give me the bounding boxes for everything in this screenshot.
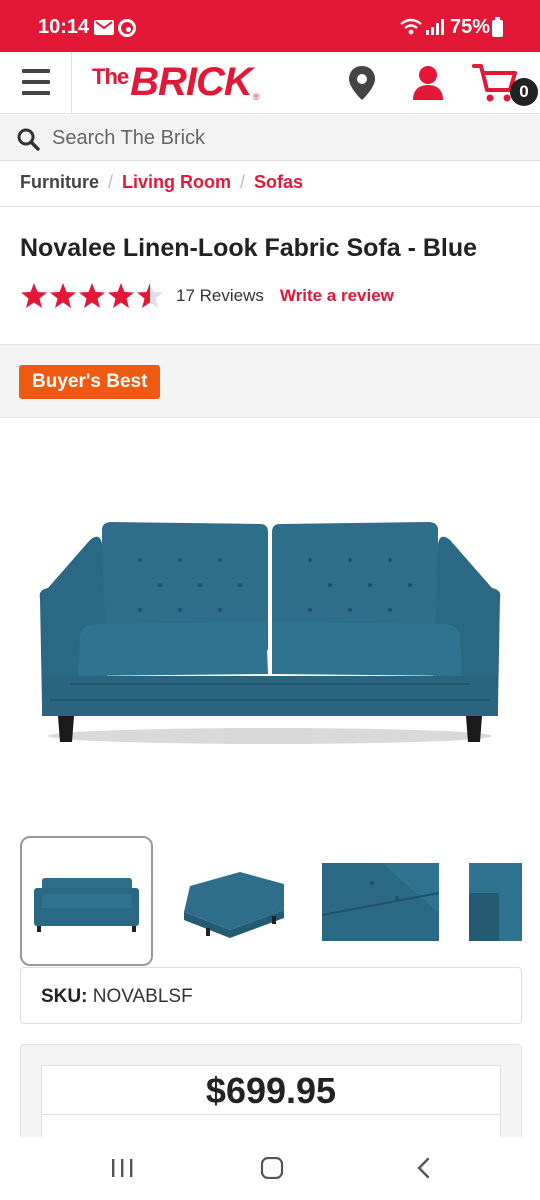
account-icon[interactable] (410, 64, 446, 107)
breadcrumb-separator: / (240, 172, 246, 192)
breadcrumb-living-room[interactable]: Living Room (122, 172, 231, 193)
battery-icon (492, 17, 503, 37)
price-card: $699.95 (41, 1065, 501, 1143)
search-input[interactable] (52, 123, 522, 153)
search-bar (0, 115, 540, 161)
recent-apps-icon[interactable] (110, 1157, 134, 1184)
thumbnail-arm[interactable] (469, 863, 522, 941)
signal-icon (425, 18, 445, 41)
star-rating[interactable] (20, 282, 168, 310)
breadcrumb-separator: / (108, 172, 114, 192)
sku-box: SKU: NOVABLSF (20, 967, 522, 1024)
sync-icon (118, 19, 136, 37)
breadcrumb-sofas[interactable]: Sofas (254, 172, 303, 193)
breadcrumb-furniture[interactable]: Furniture (20, 172, 99, 193)
sku-label: SKU: (41, 986, 88, 1007)
thumbnail-front[interactable] (20, 836, 153, 966)
buyers-best-badge: Buyer's Best (19, 365, 161, 399)
status-time: 10:14 (38, 16, 90, 38)
breadcrumb: Furniture / Living Room / Sofas (20, 172, 303, 193)
logo-the: The (92, 64, 129, 89)
system-nav-bar (0, 1137, 540, 1200)
mail-icon (94, 20, 114, 35)
battery-percent: 75% (450, 16, 491, 38)
badge-band: Buyer's Best (0, 344, 540, 418)
divider (42, 1114, 500, 1115)
status-bar: 10:14 75% (0, 0, 540, 46)
rating-row: 17 Reviews Write a review (20, 282, 394, 310)
product-price: $699.95 (205, 1070, 337, 1111)
cart-count-badge[interactable]: 0 (510, 78, 538, 106)
sku-value: NOVABLSF (92, 986, 193, 1007)
product-main-image[interactable] (30, 500, 510, 760)
star-icon (50, 283, 76, 308)
wifi-icon (400, 18, 422, 41)
home-icon[interactable] (260, 1156, 284, 1184)
back-icon[interactable] (414, 1157, 434, 1184)
site-header: The BRICK ® (0, 52, 540, 114)
hamburger-menu-icon[interactable] (0, 52, 72, 114)
divider (0, 206, 540, 207)
logo-brick: BRICK (130, 60, 253, 104)
thumbnail-strip (0, 836, 540, 968)
price-panel: $699.95 (20, 1044, 522, 1144)
review-count[interactable]: 17 Reviews (176, 286, 264, 306)
half-star-icon (137, 283, 163, 308)
location-pin-icon[interactable] (346, 64, 378, 107)
brand-logo[interactable]: The BRICK ® (92, 62, 259, 102)
write-review-link[interactable]: Write a review (280, 286, 394, 306)
star-icon (108, 283, 134, 308)
logo-registered: ® (252, 92, 260, 102)
star-icon (21, 283, 47, 308)
thumbnail-detail[interactable] (321, 863, 440, 941)
product-title: Novalee Linen-Look Fabric Sofa - Blue (20, 234, 478, 262)
search-icon[interactable] (16, 127, 40, 156)
star-icon (79, 283, 105, 308)
thumbnail-angle[interactable] (180, 866, 286, 938)
